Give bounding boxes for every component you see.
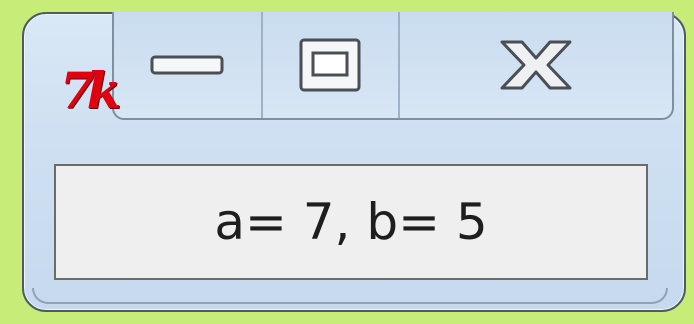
maximize-icon	[299, 38, 361, 92]
minimize-icon	[150, 55, 224, 75]
close-button[interactable]	[400, 12, 672, 118]
close-icon	[500, 40, 572, 90]
result-label: a= 7, b= 5	[54, 164, 648, 280]
result-label-text: a= 7, b= 5	[214, 193, 488, 251]
maximize-button[interactable]	[263, 12, 400, 118]
caption-buttons	[112, 12, 674, 120]
app-icon: 7k	[60, 61, 121, 120]
window-bottom-border	[32, 288, 668, 304]
